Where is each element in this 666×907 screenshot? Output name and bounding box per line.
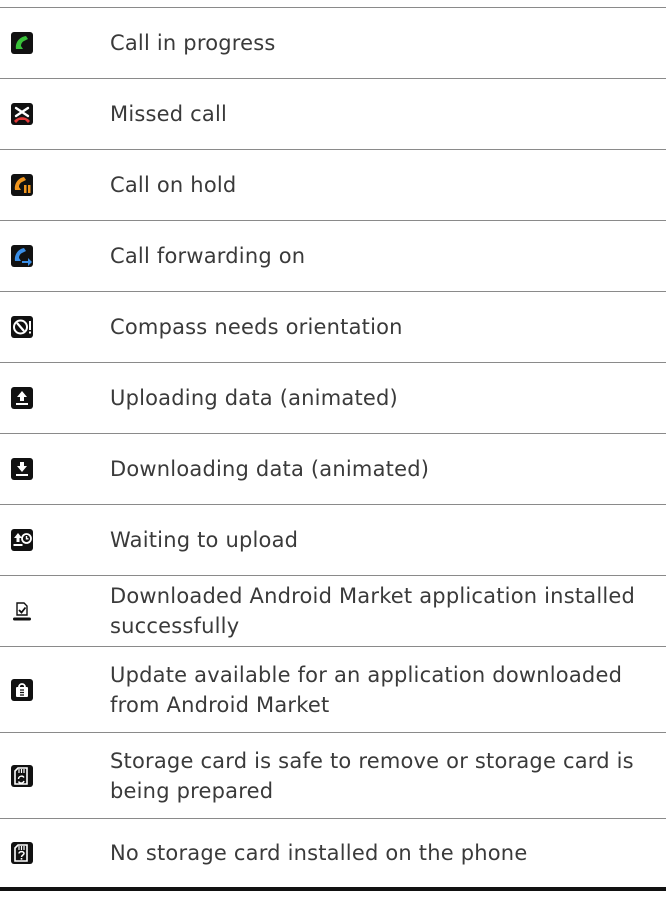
row-text: Storage card is safe to remove or storag… [110,748,634,803]
row-text: Downloaded Android Market application in… [110,584,636,638]
market-update-icon [11,678,33,701]
call-on-hold-icon [11,174,33,196]
table-row: Call on hold [0,150,666,221]
market-installed-icon [13,602,31,621]
table-row: Downloading data (animated) [0,434,666,505]
row-text: Waiting to upload [110,528,299,552]
call-forwarding-icon [11,245,33,267]
missed-call-icon [11,103,33,125]
status-icon-table: Call in progress Missed call Call on hol… [0,7,666,891]
table-row: Downloaded Android Market application in… [0,576,666,647]
table-row: Waiting to upload [0,505,666,576]
row-text: Uploading data (animated) [110,386,398,410]
row-text: Downloading data (animated) [110,457,430,481]
table-row: Update available for an application down… [0,647,666,733]
row-text: Call on hold [110,173,237,197]
table-row: Missed call [0,79,666,150]
compass-icon [11,316,33,338]
table-row: Call forwarding on [0,221,666,292]
row-text: Update available for an application down… [110,662,623,717]
table-row: No storage card installed on the phone [0,819,666,891]
table-row: Uploading data (animated) [0,363,666,434]
upload-icon [11,387,33,409]
call-in-progress-icon [11,32,33,54]
row-text: Missed call [110,102,228,126]
table-row: Storage card is safe to remove or storag… [0,733,666,819]
table-row: Call in progress [0,8,666,79]
row-text: Call in progress [110,31,276,55]
no-storage-card-icon [11,842,33,864]
waiting-upload-icon [11,529,33,551]
storage-card-safe-icon [11,764,33,787]
download-icon [11,458,33,480]
row-text: No storage card installed on the phone [110,841,528,865]
row-text: Call forwarding on [110,244,306,268]
row-text: Compass needs orientation [110,315,403,339]
table-row: Compass needs orientation [0,292,666,363]
